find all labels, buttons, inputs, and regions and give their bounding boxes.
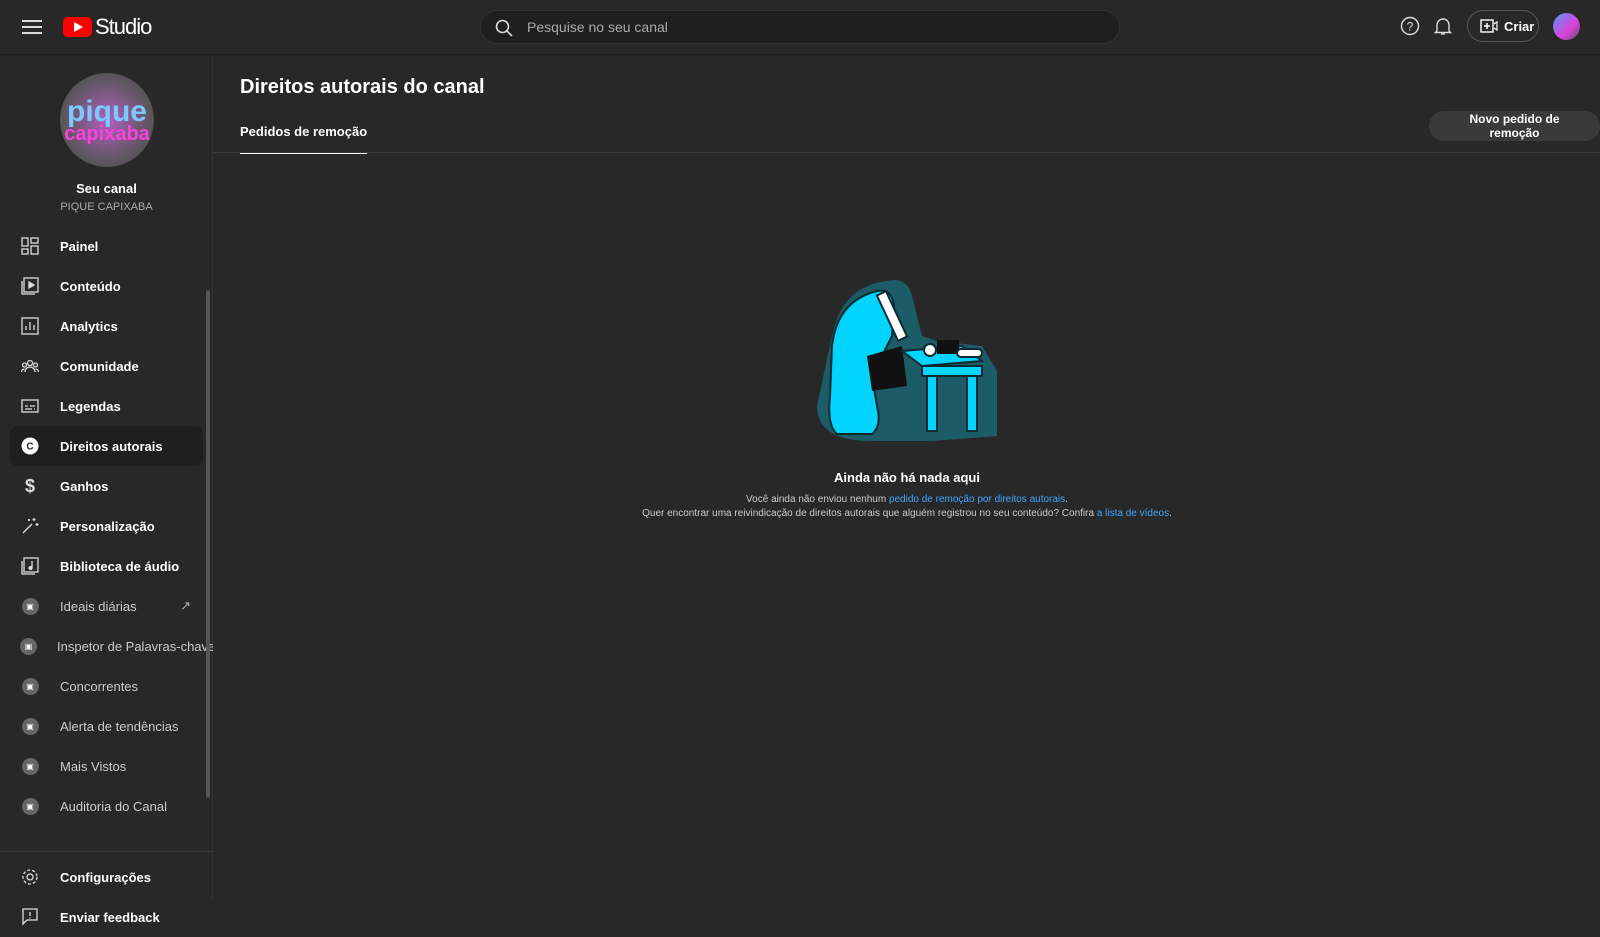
svg-text:C: C — [26, 442, 33, 453]
page-title: Direitos autorais do canal — [240, 76, 485, 98]
create-video-icon — [1480, 19, 1498, 33]
svg-text:?: ? — [1407, 20, 1414, 34]
sidebar-item-ideais-diarias[interactable]: ▣ Ideais diárias ↗ — [10, 586, 203, 626]
notifications-bell-icon[interactable] — [1434, 16, 1452, 36]
create-label: Criar — [1504, 18, 1535, 34]
period: . — [1169, 508, 1172, 519]
sidebar-item-label: Ideais diárias — [60, 598, 137, 614]
sidebar-item-concorrentes[interactable]: ▣ Concorrentes — [10, 666, 203, 706]
sidebar: pique capixaba Seu canal PIQUE CAPIXABA … — [0, 54, 213, 926]
extension-icon: ▣ — [20, 716, 40, 736]
external-link-icon: ↗ — [180, 598, 191, 613]
sidebar-item-enviar-feedback[interactable]: Enviar feedback — [10, 897, 203, 937]
extension-icon: ▣ — [20, 796, 40, 816]
sidebar-item-mais-vistos[interactable]: ▣ Mais Vistos — [10, 746, 203, 786]
sidebar-item-label: Conteúdo — [60, 278, 121, 294]
takedown-request-link[interactable]: pedido de remoção por direitos autorais — [889, 494, 1065, 505]
sidebar-nav: Painel Conteúdo Analytics Comunidade Legenda… — [0, 226, 213, 851]
new-removal-request-button[interactable]: Novo pedido de remoção — [1429, 111, 1600, 141]
divider — [214, 152, 1600, 153]
sidebar-item-label: Configurações — [60, 869, 152, 885]
sidebar-item-label: Comunidade — [60, 358, 139, 374]
menu-icon[interactable] — [22, 17, 42, 37]
sidebar-item-biblioteca-de-audio[interactable]: Biblioteca de áudio — [10, 546, 203, 586]
period: . — [1065, 494, 1068, 505]
sidebar-item-analytics[interactable]: Analytics — [10, 306, 203, 346]
sidebar-item-label: Personalização — [60, 518, 155, 534]
sidebar-bottom: Configurações Enviar feedback — [0, 851, 213, 926]
sidebar-item-conteudo[interactable]: Conteúdo — [10, 266, 203, 306]
top-bar: Studio ? Criar — [0, 0, 1600, 54]
sidebar-item-configuracoes[interactable]: Configurações — [10, 857, 203, 897]
extension-icon: ▣ — [20, 596, 40, 616]
sidebar-item-label: Mais Vistos — [60, 758, 127, 774]
sidebar-item-alerta-de-tendencias[interactable]: ▣ Alerta de tendências — [10, 706, 203, 746]
tab-takedown-requests[interactable]: Pedidos de remoção — [240, 124, 368, 154]
extension-icon: ▣ — [20, 676, 40, 696]
sidebar-item-painel[interactable]: Painel — [10, 226, 203, 266]
youtube-studio-logo[interactable]: Studio — [63, 14, 152, 40]
sidebar-item-label: Legendas — [60, 398, 121, 414]
search-input[interactable] — [527, 11, 1107, 43]
search-icon — [495, 19, 513, 37]
sidebar-item-label: Auditoria do Canal — [60, 798, 167, 814]
avatar-logo-text-2: capixaba — [64, 122, 150, 145]
empty-state-illustration — [817, 280, 997, 441]
help-icon[interactable]: ? — [1400, 16, 1420, 36]
extension-icon: ▣ — [20, 756, 40, 776]
empty-state-text: Você ainda não enviou nenhum pedido de r… — [214, 493, 1600, 521]
subtitles-icon — [20, 396, 40, 416]
sidebar-item-label: Ganhos — [60, 478, 109, 494]
gear-icon — [20, 867, 40, 887]
audio-library-icon — [20, 556, 40, 576]
analytics-icon — [20, 316, 40, 336]
content-icon — [20, 276, 40, 296]
youtube-logo-icon — [63, 17, 92, 37]
sidebar-item-direitos-autorais[interactable]: C Direitos autorais — [10, 426, 203, 466]
empty-text-2: Quer encontrar uma reivindicação de dire… — [642, 508, 1097, 519]
channel-avatar[interactable]: pique capixaba — [60, 73, 154, 167]
channel-title: Seu canal — [76, 181, 137, 196]
sidebar-item-label: Analytics — [60, 318, 118, 334]
logo-text: Studio — [95, 14, 152, 39]
magic-wand-icon — [20, 516, 40, 536]
sidebar-item-comunidade[interactable]: Comunidade — [10, 346, 203, 386]
feedback-icon — [20, 907, 40, 927]
copyright-icon: C — [20, 436, 40, 456]
sidebar-item-ganhos[interactable]: $ Ganhos — [10, 466, 203, 506]
account-avatar[interactable] — [1553, 13, 1580, 40]
sidebar-item-label: Biblioteca de áudio — [60, 558, 180, 574]
sidebar-item-label: Inspetor de Palavras-chave — [57, 638, 213, 654]
svg-text:$: $ — [25, 477, 35, 495]
sidebar-item-auditoria-do-canal[interactable]: ▣ Auditoria do Canal — [10, 786, 203, 826]
main-content: Direitos autorais do canal Pedidos de re… — [214, 54, 1600, 900]
sidebar-item-label: Enviar feedback — [60, 909, 160, 925]
search-bar[interactable] — [480, 10, 1120, 44]
empty-text-1: Você ainda não enviou nenhum — [746, 494, 889, 505]
dashboard-icon — [20, 236, 40, 256]
dollar-icon: $ — [20, 476, 40, 496]
sidebar-item-label: Painel — [60, 238, 99, 254]
sidebar-item-legendas[interactable]: Legendas — [10, 386, 203, 426]
community-icon — [20, 356, 40, 376]
channel-name[interactable]: PIQUE CAPIXABA — [0, 201, 213, 213]
sidebar-item-label: Concorrentes — [60, 678, 139, 694]
sidebar-item-inspetor-de-palavras-chave[interactable]: ▣ Inspetor de Palavras-chave — [10, 626, 213, 666]
sidebar-item-personalizacao[interactable]: Personalização — [10, 506, 203, 546]
sidebar-item-label: Direitos autorais — [60, 438, 163, 454]
sidebar-item-label: Alerta de tendências — [60, 718, 179, 734]
video-list-link[interactable]: a lista de vídeos — [1097, 508, 1169, 519]
extension-icon: ▣ — [20, 636, 37, 656]
create-button[interactable]: Criar — [1467, 10, 1539, 42]
avatar-logo-text: pique — [67, 94, 147, 128]
sidebar-scrollbar[interactable] — [206, 290, 210, 798]
empty-state-heading: Ainda não há nada aqui — [834, 470, 980, 485]
